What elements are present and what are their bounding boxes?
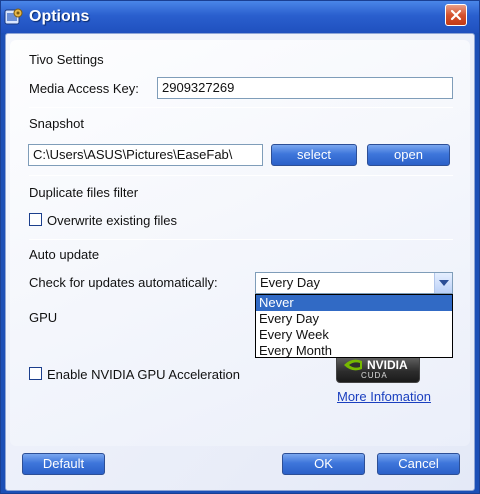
nvidia-acceleration-checkbox[interactable] [29,367,42,380]
overwrite-checkbox[interactable] [29,213,42,226]
combo-arrow-button[interactable] [434,273,452,293]
dropdown-option-every-day[interactable]: Every Day [256,311,452,327]
default-button[interactable]: Default [22,453,105,475]
update-frequency-select[interactable]: Every Day [255,272,453,294]
dropdown-option-never[interactable]: Never [256,295,452,311]
close-button[interactable] [445,4,467,26]
auto-update-section-label: Auto update [29,247,100,262]
gpu-section-label: GPU [29,310,58,325]
tivo-section-label: Tivo Settings [29,52,104,67]
snapshot-path-input[interactable]: C:\Users\ASUS\Pictures\EaseFab\ [28,144,263,166]
media-access-key-input[interactable]: 2909327269 [157,77,453,99]
ok-button[interactable]: OK [282,453,365,475]
check-updates-label: Check for updates automatically: [29,275,218,290]
options-window: Options Tivo Settings Media Access Key: … [0,0,480,494]
close-icon [450,9,462,21]
duplicate-section-label: Duplicate files filter [29,185,139,200]
options-app-icon [4,7,24,27]
dialog-body [5,33,475,491]
cuda-logo-text: CUDA [361,371,388,380]
overwrite-label[interactable]: Overwrite existing files [47,213,177,228]
cancel-button[interactable]: Cancel [377,453,460,475]
select-button[interactable]: select [271,144,357,166]
divider [29,239,453,240]
nvidia-acceleration-label[interactable]: Enable NVIDIA GPU Acceleration [47,367,240,382]
chevron-down-icon [438,280,449,286]
more-information-link[interactable]: More Infomation [337,389,431,404]
snapshot-section-label: Snapshot [29,116,84,131]
update-frequency-value: Every Day [260,275,320,290]
divider [29,107,453,108]
window-title: Options [29,8,90,25]
open-button[interactable]: open [367,144,450,166]
dropdown-option-every-week[interactable]: Every Week [256,327,452,343]
nvidia-logo-text: NVIDIA [367,358,408,372]
divider [29,175,453,176]
settings-panel [10,40,470,446]
media-access-key-label: Media Access Key: [29,81,139,96]
title-bar[interactable]: Options [1,1,479,33]
update-frequency-dropdown-list: Never Every Day Every Week Every Month [255,294,453,358]
dropdown-option-every-month[interactable]: Every Month [256,343,452,359]
